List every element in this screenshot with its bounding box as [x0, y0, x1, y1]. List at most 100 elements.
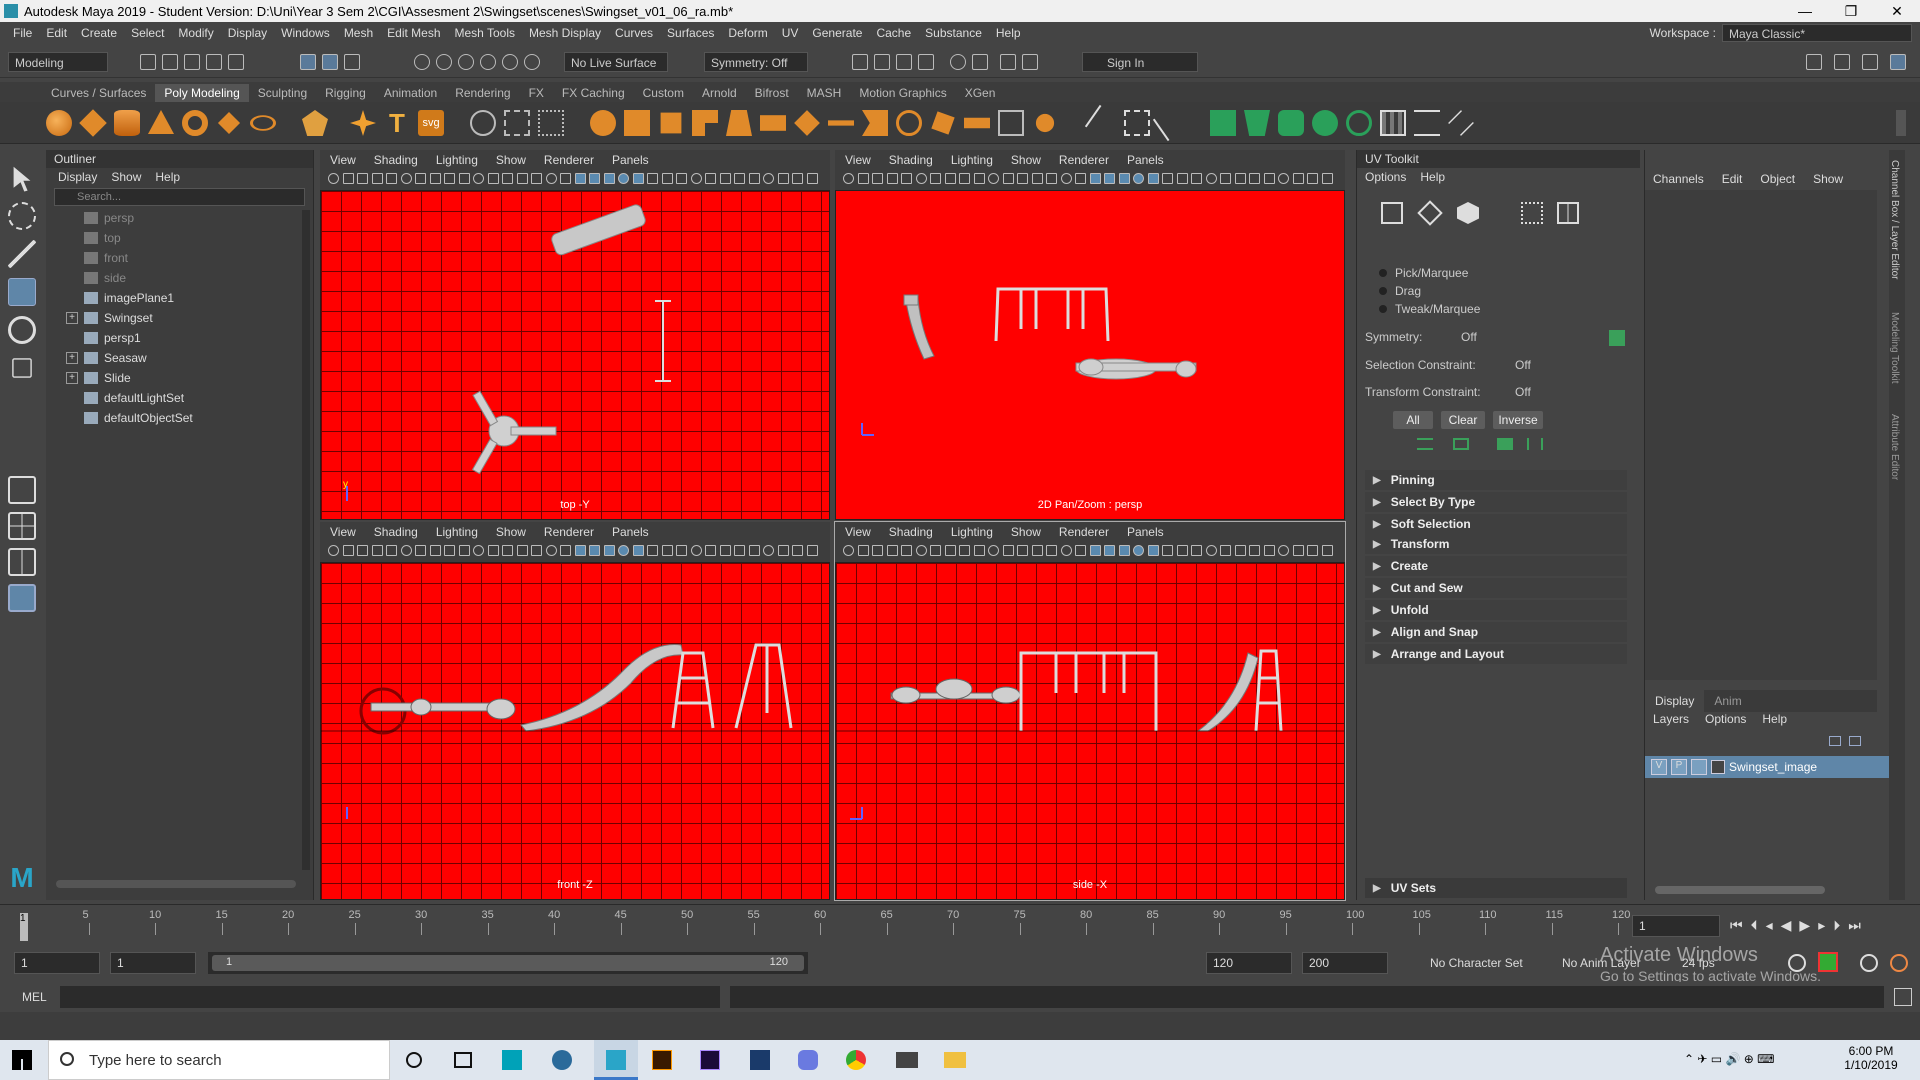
viewport-tool-icon[interactable] [901, 173, 912, 184]
modeling-toolkit-toggle-icon[interactable] [1806, 54, 1822, 70]
viewport-tool-icon[interactable] [400, 545, 412, 556]
viewport-tool-icon[interactable] [386, 173, 397, 184]
uv-section-select-by-type[interactable]: ▶ Select By Type [1365, 492, 1627, 512]
viewport-tool-icon[interactable] [1060, 173, 1072, 184]
type-tool-icon[interactable]: T [384, 110, 410, 136]
viewport-tool-icon[interactable] [1263, 545, 1275, 556]
select-by-component-icon[interactable] [344, 54, 360, 70]
workspace-dropdown[interactable]: Maya Classic* [1722, 24, 1912, 42]
layer-name[interactable]: Swingset_image [1729, 760, 1817, 774]
shelf-scroll-icon[interactable] [1896, 110, 1906, 136]
poly-cube-icon[interactable] [79, 109, 107, 137]
uv-shell-mode-icon[interactable] [1457, 202, 1479, 224]
channel-menu-channels[interactable]: Channels [1653, 172, 1704, 186]
viewport-tool-icon[interactable] [1220, 545, 1231, 556]
viewport-tool-icon[interactable] [1075, 545, 1086, 556]
viewport-tool-icon[interactable] [444, 545, 455, 556]
go-to-start-icon[interactable]: ⏮ [1730, 917, 1743, 934]
viewport-tool-icon[interactable] [676, 173, 687, 184]
viewport-menu-renderer[interactable]: Renderer [544, 525, 594, 539]
viewport-menu-shading[interactable]: Shading [374, 153, 418, 167]
cylindrical-map-icon[interactable] [1278, 110, 1304, 136]
viewport-tool-icon[interactable] [857, 173, 869, 184]
unfold-icon[interactable] [1414, 110, 1440, 136]
viewport-tool-icon[interactable] [589, 173, 600, 184]
viewport-front[interactable]: View Shading Lighting Show Renderer Panels fr… [320, 522, 830, 900]
insert-edge-loop-icon[interactable] [1084, 104, 1122, 142]
layer-display-type-toggle[interactable] [1691, 759, 1707, 775]
go-to-end-icon[interactable]: ⏭ [1848, 917, 1861, 934]
viewport-menu-view[interactable]: View [845, 153, 871, 167]
viewport-tool-icon[interactable] [705, 545, 716, 556]
menu-set-dropdown[interactable]: Modeling [8, 52, 108, 72]
layout-outliner-icon[interactable] [8, 584, 36, 612]
shelf-tab-sculpting[interactable]: Sculpting [249, 84, 316, 102]
cortana-icon[interactable] [406, 1052, 422, 1068]
playback-end-field[interactable]: 120 [1206, 952, 1292, 974]
offset-edge-loop-icon[interactable] [1124, 110, 1150, 136]
viewport-tool-icon[interactable] [647, 173, 658, 184]
fill-hole-icon[interactable] [896, 110, 922, 136]
attribute-editor-toggle-icon[interactable] [1834, 54, 1850, 70]
redo-icon[interactable] [228, 54, 244, 70]
viewport-tool-icon[interactable] [545, 545, 557, 556]
platonic-solid-icon[interactable] [302, 110, 328, 136]
shelf-tab-poly-modeling[interactable]: Poly Modeling [155, 84, 249, 102]
outliner-menu-help[interactable]: Help [155, 170, 180, 184]
viewport-tool-icon[interactable] [734, 545, 745, 556]
sculpt-geometry-icon[interactable] [470, 110, 496, 136]
viewport-tool-icon[interactable] [1104, 173, 1115, 184]
viewport-tool-icon[interactable] [705, 173, 716, 184]
viewport-tool-icon[interactable] [1118, 545, 1130, 556]
menu-windows[interactable]: Windows [274, 26, 337, 40]
viewport-menu-panels[interactable]: Panels [1127, 525, 1164, 539]
outliner-item[interactable]: defaultObjectSet [66, 408, 193, 428]
viewport-tool-icon[interactable] [1089, 545, 1101, 556]
poly-torus-icon[interactable] [182, 110, 208, 136]
render-settings-icon[interactable] [918, 54, 934, 70]
viewport-menu-lighting[interactable]: Lighting [436, 525, 478, 539]
viewport-menu-renderer[interactable]: Renderer [544, 153, 594, 167]
menu-uv[interactable]: UV [775, 26, 806, 40]
svg-tool-icon[interactable]: svg [418, 110, 444, 136]
automatic-map-icon[interactable] [1346, 110, 1372, 136]
poly-sphere-icon[interactable] [46, 110, 72, 136]
quad-draw-icon[interactable] [998, 110, 1024, 136]
viewport-tool-icon[interactable] [342, 173, 354, 184]
uv-sets-section[interactable]: ▶ UV Sets [1365, 878, 1627, 898]
side-tab-attribute-editor[interactable]: Attribute Editor [1889, 414, 1900, 504]
scene-start-field[interactable]: 1 [14, 952, 100, 974]
viewport-menu-renderer[interactable]: Renderer [1059, 525, 1109, 539]
menu-mesh[interactable]: Mesh [337, 26, 380, 40]
layer-color-swatch[interactable] [1711, 760, 1725, 774]
viewport-menu-panels[interactable]: Panels [612, 153, 649, 167]
uv-object-mode-icon[interactable] [1381, 202, 1403, 224]
layout-two-icon[interactable] [8, 548, 36, 576]
viewport-toolbar[interactable] [320, 170, 830, 190]
viewport-tool-icon[interactable] [973, 545, 985, 556]
live-app-icon[interactable] [502, 1050, 522, 1070]
save-scene-icon[interactable] [184, 54, 200, 70]
viewport-canvas[interactable]: y top -Y [320, 190, 830, 520]
tool-settings-toggle-icon[interactable] [1862, 54, 1878, 70]
viewport-tool-icon[interactable] [560, 173, 571, 184]
spherical-map-icon[interactable] [1312, 110, 1338, 136]
shrink-selection-icon[interactable] [1453, 438, 1469, 450]
viewport-tool-icon[interactable] [843, 173, 854, 184]
viewport-tool-icon[interactable] [792, 173, 803, 184]
snap-point-icon[interactable] [458, 54, 474, 70]
merge-icon[interactable] [1035, 113, 1055, 133]
uv-section-pinning[interactable]: ▶ Pinning [1365, 470, 1627, 490]
viewport-tool-icon[interactable] [719, 545, 731, 556]
move-tool-icon[interactable] [8, 278, 36, 306]
viewport-tool-icon[interactable] [959, 545, 970, 556]
channel-menu-edit[interactable]: Edit [1722, 172, 1743, 186]
render-view-icon[interactable] [972, 54, 988, 70]
outliner-item[interactable]: front [66, 248, 128, 268]
pause-render-icon[interactable] [1022, 54, 1038, 70]
viewport-tool-icon[interactable] [1162, 545, 1173, 556]
tab-display[interactable]: Display [1645, 690, 1705, 712]
viewport-menu-show[interactable]: Show [1011, 153, 1041, 167]
layer-move-down-icon[interactable] [1849, 736, 1861, 746]
rotate-tool-icon[interactable] [8, 316, 36, 344]
